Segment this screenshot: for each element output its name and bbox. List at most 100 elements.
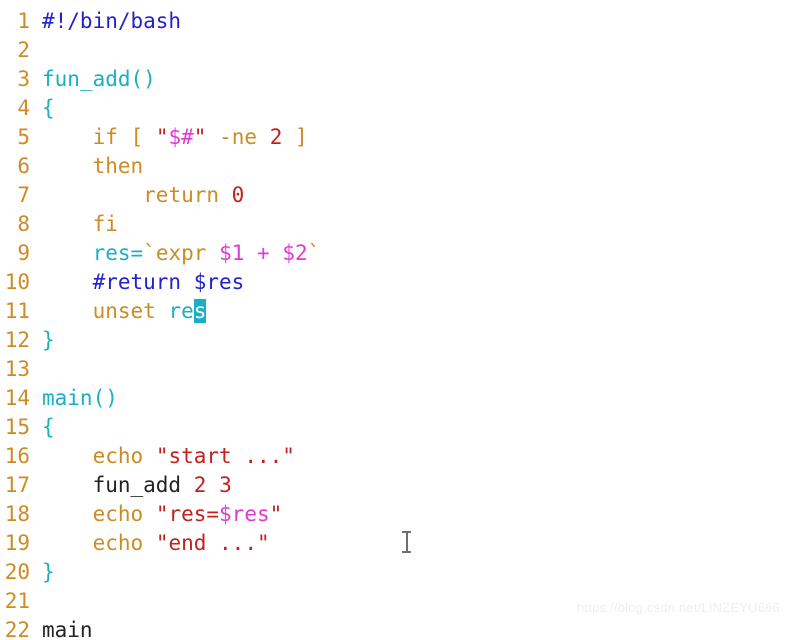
code-line[interactable]: 14 main(): [0, 384, 788, 413]
code-line[interactable]: 6 then: [0, 152, 788, 181]
line-number: 22: [4, 618, 30, 640]
code-token: {: [42, 415, 55, 439]
code-line[interactable]: 2: [0, 36, 788, 65]
code-token: echo: [92, 531, 144, 555]
code-token: unset: [92, 299, 156, 323]
code-line[interactable]: 13: [0, 355, 788, 384]
code-token: }: [42, 560, 55, 584]
code-token: }: [42, 328, 55, 352]
code-line-content[interactable]: {: [30, 413, 788, 442]
code-line[interactable]: 12}: [0, 326, 788, 355]
code-line-content[interactable]: unset res: [30, 297, 788, 326]
code-line-content[interactable]: }: [30, 558, 788, 587]
code-token: main: [42, 386, 93, 410]
code-token: ]: [295, 125, 308, 149]
line-number: 21: [4, 589, 30, 613]
line-number: 3: [17, 67, 30, 91]
line-number: 1: [17, 9, 30, 33]
code-line-content[interactable]: res=`expr $1 + $2`: [30, 239, 788, 268]
code-line[interactable]: 15 {: [0, 413, 788, 442]
line-number: 18: [4, 502, 30, 526]
code-token: -ne: [219, 125, 258, 149]
code-line-content[interactable]: return 0: [30, 181, 788, 210]
code-line[interactable]: 7 return 0: [0, 181, 788, 210]
line-number: 17: [4, 473, 30, 497]
line-number: 11: [4, 299, 30, 323]
code-token: ": [269, 502, 283, 526]
code-line[interactable]: 11 unset res: [0, 297, 788, 326]
line-number: 4: [17, 96, 30, 120]
code-token: 0: [231, 183, 245, 207]
line-number: 13: [4, 357, 30, 381]
watermark-text: https://blog.csdn.net/LINZEYU666: [577, 600, 780, 615]
code-line[interactable]: 20}: [0, 558, 788, 587]
code-token: 3: [219, 473, 232, 497]
line-number: 6: [17, 154, 30, 178]
code-token: 2: [193, 473, 207, 497]
code-token: echo: [92, 502, 144, 526]
code-editor-screen: 1 #!/bin/bash 2 3 fun_add() 4{5 if [ "$#" -ne…: [0, 0, 788, 640]
code-token: {: [42, 96, 55, 120]
line-number: 14: [4, 386, 30, 410]
code-token: 2: [269, 125, 283, 149]
line-number: 20: [4, 560, 30, 584]
code-token: if: [92, 125, 118, 149]
code-token: "end ...": [155, 531, 270, 555]
code-line[interactable]: 5 if [ "$#" -ne 2 ]: [0, 123, 788, 152]
code-line-content[interactable]: #!/bin/bash: [30, 7, 788, 36]
code-token: return: [143, 183, 220, 207]
code-line-content[interactable]: }: [30, 326, 788, 355]
code-line-content[interactable]: #return $res: [30, 268, 788, 297]
code-line[interactable]: 9 res=`expr $1 + $2`: [0, 239, 788, 268]
code-line-content[interactable]: echo "res=$res": [30, 500, 788, 529]
line-number: 9: [17, 241, 30, 265]
code-line[interactable]: 8 fi: [0, 210, 788, 239]
code-line-content[interactable]: fun_add 2 3: [30, 471, 788, 500]
line-number: 16: [4, 444, 30, 468]
code-token: `: [307, 241, 321, 265]
code-line-content[interactable]: {: [30, 94, 788, 123]
line-number: 8: [17, 212, 30, 236]
code-line-content[interactable]: main(): [30, 384, 788, 413]
code-token: +: [257, 241, 270, 265]
code-line-content[interactable]: fi: [30, 210, 788, 239]
code-line[interactable]: 18 echo "res=$res": [0, 500, 788, 529]
code-line[interactable]: 19 echo "end ...": [0, 529, 788, 558]
code-line-content[interactable]: fun_add(): [30, 65, 788, 94]
code-line-content[interactable]: then: [30, 152, 788, 181]
code-token: "start ...": [155, 444, 295, 468]
code-token: $1: [219, 241, 245, 265]
code-line[interactable]: 3 fun_add(): [0, 65, 788, 94]
code-line[interactable]: 17 fun_add 2 3: [0, 471, 788, 500]
code-line-content[interactable]: echo "start ...": [30, 442, 788, 471]
code-editor-lines[interactable]: 1 #!/bin/bash 2 3 fun_add() 4{5 if [ "$#" -ne…: [0, 7, 788, 640]
line-number: 2: [17, 38, 30, 62]
code-token: `: [143, 241, 156, 265]
code-line[interactable]: 1 #!/bin/bash: [0, 7, 788, 36]
code-token: fun_add: [92, 473, 182, 497]
code-line[interactable]: 10 #return $res: [0, 268, 788, 297]
line-number: 12: [4, 328, 30, 352]
code-token: $2: [282, 241, 308, 265]
code-line-content[interactable]: if [ "$#" -ne 2 ]: [30, 123, 788, 152]
code-line[interactable]: 16 echo "start ...": [0, 442, 788, 471]
code-line-content[interactable]: echo "end ...": [30, 529, 788, 558]
code-line[interactable]: 4{: [0, 94, 788, 123]
